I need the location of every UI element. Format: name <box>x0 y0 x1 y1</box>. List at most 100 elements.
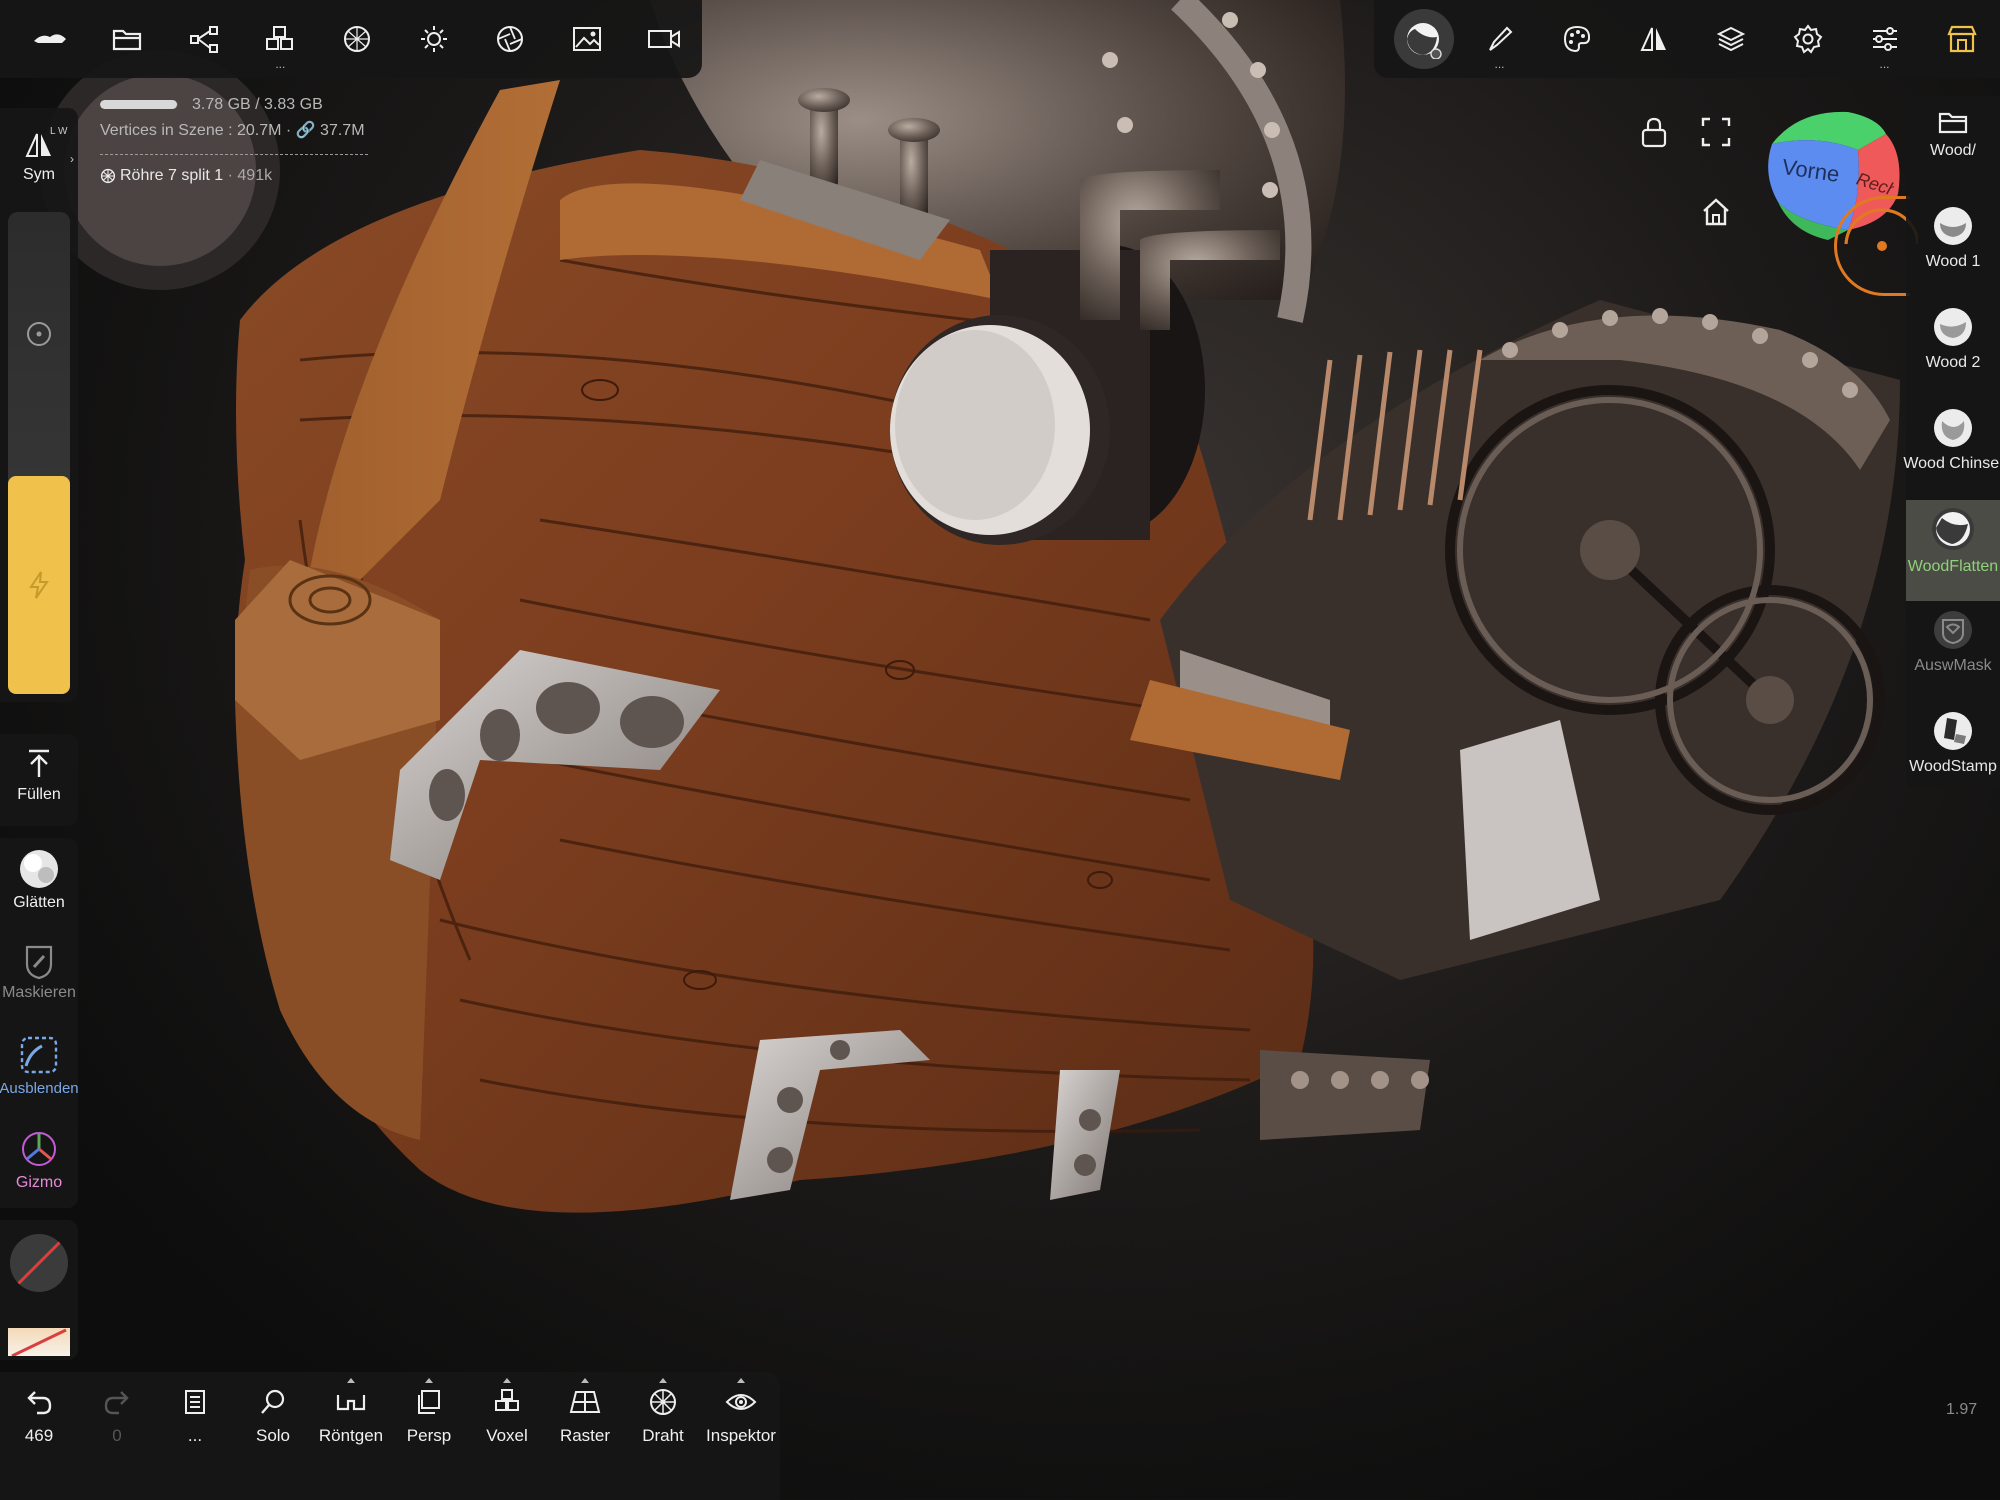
alpha-disabled-icon[interactable] <box>10 1234 68 1292</box>
topology-sphere-icon[interactable] <box>319 0 396 78</box>
redo-icon <box>104 1391 129 1415</box>
tool-smooth[interactable]: Glätten <box>0 848 78 912</box>
tool-mask-label: Maskieren <box>2 984 76 1001</box>
preset-wood-2[interactable]: Wood 2 <box>1906 298 2000 399</box>
folder-icon[interactable] <box>89 0 166 78</box>
selected-object-count: 491k <box>237 167 273 184</box>
solo-button[interactable]: Solo <box>234 1372 312 1462</box>
tool-gizmo-label: Gizmo <box>15 1174 63 1191</box>
undo-icon <box>27 1391 52 1415</box>
lock-icon[interactable] <box>1638 116 1670 148</box>
image-icon[interactable] <box>549 0 626 78</box>
preset-label: Wood/ <box>1930 142 1976 159</box>
stamp-preview-icon <box>1934 712 1972 750</box>
vertices-label: Vertices in Szene : <box>100 122 233 139</box>
shop-icon[interactable] <box>1923 0 2000 78</box>
palette-icon[interactable] <box>1538 0 1615 78</box>
top-right-toolbar: ... ... <box>1374 0 2000 78</box>
scene-tree-icon[interactable] <box>165 0 242 78</box>
home-icon[interactable] <box>1700 196 1732 228</box>
alpha-panel <box>0 1220 78 1360</box>
version-label: 1.97 <box>1946 1401 1978 1418</box>
persp-button[interactable]: Persp <box>390 1372 468 1462</box>
inspector-label: Inspektor <box>706 1426 776 1445</box>
selected-object-row[interactable]: Röhre 7 split 1 · 491k <box>100 167 368 185</box>
preset-wood-chinsel[interactable]: Wood Chinsel <box>1903 399 2000 500</box>
memory-text: 3.78 GB / 3.83 GB <box>192 96 323 113</box>
radius-circle-icon <box>27 322 51 346</box>
brush-preview-icon <box>1934 308 1972 346</box>
caret-icon <box>425 1378 433 1383</box>
divider <box>100 154 368 155</box>
sliders-icon[interactable]: ... <box>1846 0 1923 78</box>
preset-folder-wood[interactable]: Wood/ <box>1906 96 2000 197</box>
orbit-handle-dot <box>1877 241 1887 251</box>
sym-button[interactable]: L W › Sym <box>0 122 78 184</box>
selected-object-name: Röhre 7 split 1 <box>120 167 224 184</box>
preset-wood-stamp[interactable]: WoodStamp <box>1906 702 2000 803</box>
xray-glasses-icon <box>336 1395 366 1411</box>
tool-mask[interactable]: Maskieren <box>0 942 78 1002</box>
linked-count: 37.7M <box>320 122 365 139</box>
tool-hide[interactable]: Ausblenden <box>0 1034 79 1097</box>
tools-panel: Glätten Maskieren Ausblenden Gizmo <box>0 838 79 1208</box>
link-icon: 🔗 <box>295 122 316 139</box>
xray-button[interactable]: Röntgen <box>312 1372 390 1462</box>
brush-icon[interactable]: ... <box>1461 0 1538 78</box>
wireframe-icon <box>650 1389 676 1415</box>
raster-button[interactable]: Raster <box>546 1372 624 1462</box>
caret-icon <box>347 1378 355 1383</box>
tool-fill[interactable]: Füllen <box>0 748 78 804</box>
more-dots: ... <box>1879 57 1890 71</box>
tool-fill-label: Füllen <box>17 786 61 803</box>
preset-wood-flatten[interactable]: WoodFlatten <box>1906 500 2000 601</box>
scene-stats: 3.78 GB / 3.83 GB Vertices in Szene : 20… <box>100 96 368 185</box>
preset-ausw-mask[interactable]: AuswMask <box>1906 601 2000 702</box>
undo-button[interactable]: 469 <box>0 1372 78 1462</box>
wireframe-button[interactable]: Draht <box>624 1372 702 1462</box>
fullscreen-icon[interactable] <box>1700 116 1732 148</box>
caret-icon <box>737 1378 745 1383</box>
tool-smooth-label: Glätten <box>13 894 65 911</box>
preset-label: WoodFlatten <box>1907 558 1999 575</box>
gizmo-icon <box>22 1132 56 1166</box>
symmetry-icon[interactable] <box>1615 0 1692 78</box>
more-dots: ... <box>275 57 286 71</box>
raster-label: Raster <box>559 1426 611 1445</box>
brush-preset-shelf: Wood/ Wood 1 Wood 2 Wood Chinsel WoodFla… <box>1903 96 2000 788</box>
preset-label: WoodStamp <box>1909 758 1997 775</box>
video-camera-icon[interactable] <box>625 0 702 78</box>
memory-bar <box>100 100 178 110</box>
settings-gear-icon[interactable] <box>1769 0 1846 78</box>
caret-icon <box>659 1378 667 1383</box>
sym-badge: L W <box>50 126 68 137</box>
folder-icon <box>1938 112 1968 134</box>
voxel-button[interactable]: Voxel <box>468 1372 546 1462</box>
tool-gizmo[interactable]: Gizmo <box>0 1128 78 1192</box>
inspector-button[interactable]: Inspektor <box>702 1372 780 1462</box>
fill-arrow-up-icon <box>29 749 49 777</box>
vertices-count: 20.7M <box>236 122 282 139</box>
layers-icon[interactable] <box>1692 0 1769 78</box>
light-sun-icon[interactable] <box>395 0 472 78</box>
primitive-cubes-icon[interactable]: ... <box>242 0 319 78</box>
perspective-icon <box>418 1390 440 1414</box>
top-left-toolbar: ... <box>0 0 702 78</box>
caret-icon <box>581 1378 589 1383</box>
texture-disabled-icon[interactable] <box>8 1328 70 1356</box>
hide-selection-icon <box>20 1036 58 1074</box>
select-mask-icon <box>1934 611 1972 649</box>
inspector-eye-icon <box>725 1394 757 1410</box>
nomad-logo-icon[interactable] <box>12 0 89 78</box>
bottom-toolbar: 469 0 ... Solo Röntgen Persp Voxel Raste… <box>0 1372 780 1500</box>
memory-row: 3.78 GB / 3.83 GB <box>100 96 368 114</box>
brush-preview-icon <box>1934 409 1972 447</box>
intensity-slider[interactable] <box>8 476 70 694</box>
mask-pen-icon <box>25 945 53 980</box>
topology-sphere-icon <box>100 168 116 184</box>
camera-aperture-icon[interactable] <box>472 0 549 78</box>
material-sphere-icon[interactable] <box>1384 0 1461 78</box>
redo-button[interactable]: 0 <box>78 1372 156 1462</box>
preset-wood-1[interactable]: Wood 1 <box>1906 197 2000 298</box>
history-button[interactable]: ... <box>156 1372 234 1462</box>
